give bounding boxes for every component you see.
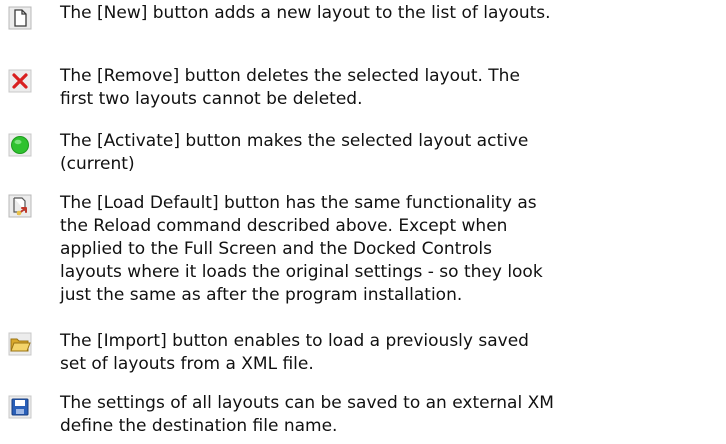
new-button-description: The [New] button adds a new layout to th… bbox=[60, 2, 726, 25]
import-folder-icon bbox=[8, 332, 32, 356]
description-line: The [Remove] button deletes the selected… bbox=[60, 66, 520, 86]
description-line: set of layouts from a XML file. bbox=[60, 354, 314, 374]
load-default-icon bbox=[8, 194, 32, 218]
description-line: applied to the Full Screen and the Docke… bbox=[60, 239, 492, 259]
description-line: The [Activate] button makes the selected… bbox=[60, 131, 529, 151]
description-line: layouts where it loads the original sett… bbox=[60, 262, 543, 282]
save-button-description: The settings of all layouts can be saved… bbox=[60, 392, 726, 438]
save-floppy-icon bbox=[8, 395, 32, 419]
load-default-button-description: The [Load Default] button has the same f… bbox=[60, 192, 726, 307]
remove-button-description: The [Remove] button deletes the selected… bbox=[60, 65, 726, 111]
description-line: The settings of all layouts can be saved… bbox=[60, 393, 554, 413]
description-line: just the same as after the program insta… bbox=[60, 285, 463, 305]
activate-green-circle-icon bbox=[8, 133, 32, 157]
description-line: first two layouts cannot be deleted. bbox=[60, 89, 363, 109]
activate-button-description: The [Activate] button makes the selected… bbox=[60, 130, 726, 176]
description-line: the Reload command described above. Exce… bbox=[60, 216, 508, 236]
description-line: The [Import] button enables to load a pr… bbox=[60, 331, 529, 351]
new-page-icon bbox=[8, 6, 32, 30]
import-button-description: The [Import] button enables to load a pr… bbox=[60, 330, 726, 376]
remove-x-icon bbox=[8, 69, 32, 93]
description-line: The [New] button adds a new layout to th… bbox=[60, 3, 551, 23]
description-line: define the destination file name. bbox=[60, 416, 338, 436]
description-line: (current) bbox=[60, 154, 135, 174]
description-line: The [Load Default] button has the same f… bbox=[60, 193, 537, 213]
